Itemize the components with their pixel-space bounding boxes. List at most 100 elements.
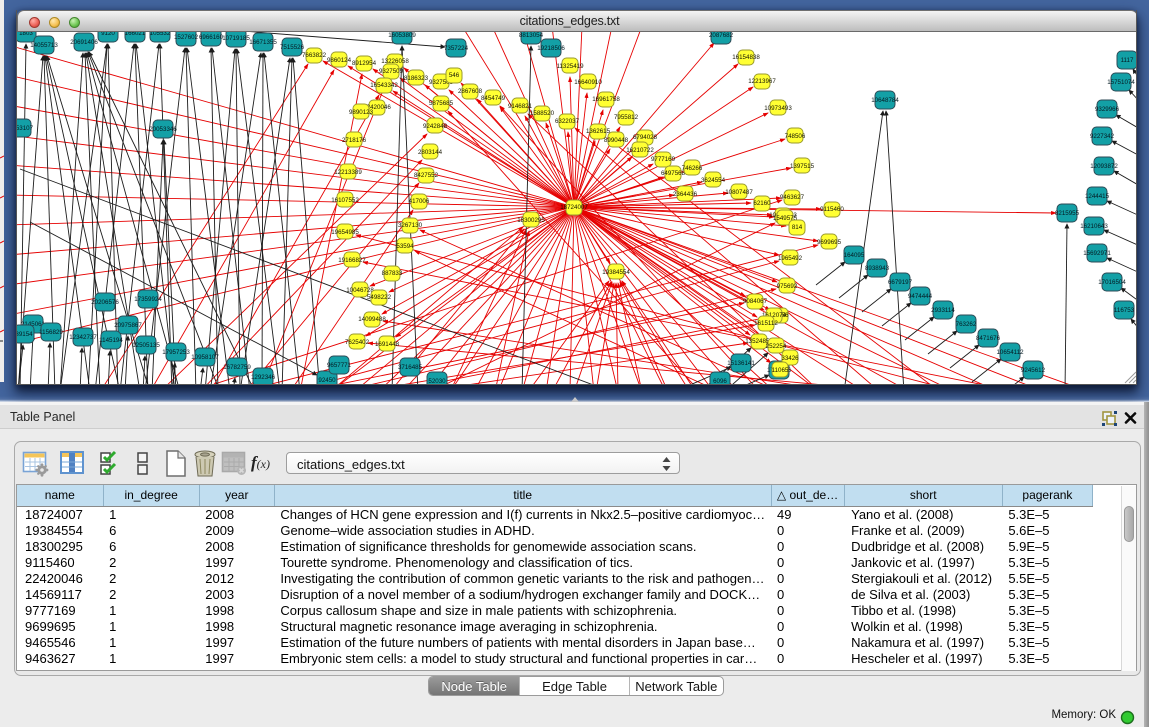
svg-text:52030: 52030 — [428, 378, 446, 384]
svg-text:8215955: 8215955 — [1055, 210, 1080, 217]
svg-text:814: 814 — [792, 224, 803, 231]
svg-text:116753: 116753 — [1114, 307, 1135, 314]
svg-text:19654985: 19654985 — [331, 229, 359, 236]
svg-text:3624554: 3624554 — [701, 177, 726, 184]
svg-text:10973493: 10973493 — [764, 105, 792, 112]
svg-text:2718176: 2718176 — [342, 137, 367, 144]
svg-text:9242848: 9242848 — [423, 123, 448, 130]
svg-text:10719185: 10719185 — [222, 35, 250, 42]
svg-text:10958107: 10958107 — [191, 354, 219, 361]
svg-text:8813054: 8813054 — [519, 32, 544, 39]
svg-text:17359924: 17359924 — [134, 296, 162, 303]
svg-text:2053107: 2053107 — [17, 125, 34, 132]
svg-text:105532: 105532 — [150, 32, 171, 37]
svg-text:1397515: 1397515 — [790, 163, 815, 170]
svg-text:2867608: 2867608 — [458, 88, 483, 95]
svg-text:16961758: 16961758 — [592, 96, 620, 103]
svg-text:6679197: 6679197 — [888, 279, 913, 286]
svg-text:15751074: 15751074 — [1107, 79, 1135, 86]
svg-text:9890123: 9890123 — [349, 109, 374, 116]
svg-text:1244415: 1244415 — [1085, 193, 1110, 200]
svg-text:9115460: 9115460 — [820, 206, 844, 213]
svg-text:19218506: 19218506 — [537, 45, 565, 52]
svg-text:9657771: 9657771 — [327, 362, 352, 369]
svg-text:8186323: 8186323 — [404, 75, 429, 82]
svg-text:92450: 92450 — [318, 377, 336, 384]
svg-text:1292346: 1292346 — [251, 374, 276, 381]
svg-text:19166827: 19166827 — [338, 257, 366, 264]
svg-text:16671355: 16671355 — [249, 39, 277, 46]
svg-text:14099488: 14099488 — [358, 316, 386, 323]
svg-text:763262: 763262 — [956, 321, 977, 328]
svg-text:166021: 166021 — [125, 32, 146, 37]
svg-text:8938943: 8938943 — [865, 265, 890, 272]
svg-text:1145194: 1145194 — [99, 337, 123, 344]
svg-text:6794028: 6794028 — [633, 134, 658, 141]
svg-text:20206576: 20206576 — [91, 299, 119, 306]
svg-text:6322037: 6322037 — [555, 118, 580, 125]
svg-text:2087682: 2087682 — [709, 32, 734, 39]
svg-text:9084067: 9084067 — [743, 298, 768, 305]
svg-text:15136141: 15136141 — [727, 360, 755, 367]
svg-text:9463627: 9463627 — [780, 194, 805, 201]
svg-text:33426: 33426 — [781, 355, 799, 362]
svg-text:62160: 62160 — [753, 200, 771, 207]
svg-text:8912954: 8912954 — [352, 60, 377, 67]
svg-text:10046728: 10046728 — [346, 287, 374, 294]
svg-text:1615112: 1615112 — [754, 320, 778, 327]
svg-text:2933114: 2933114 — [931, 307, 955, 314]
svg-text:7625402: 7625402 — [345, 339, 370, 346]
svg-text:9120: 9120 — [101, 32, 115, 37]
svg-text:164095: 164095 — [844, 252, 865, 259]
svg-text:1691448: 1691448 — [375, 341, 400, 348]
svg-text:887833: 887833 — [382, 270, 403, 277]
svg-text:9146821: 9146821 — [508, 103, 533, 110]
svg-text:6096: 6096 — [713, 378, 727, 384]
svg-text:11325419: 11325419 — [556, 63, 584, 70]
svg-text:18724007: 18724007 — [560, 204, 588, 211]
svg-text:7357224: 7357224 — [444, 45, 469, 52]
svg-text:9699695: 9699695 — [817, 239, 842, 246]
svg-text:5875685: 5875685 — [429, 100, 454, 107]
svg-text:9245612: 9245612 — [1021, 367, 1046, 374]
svg-text:8471676: 8471676 — [976, 335, 1001, 342]
svg-text:12505135: 12505135 — [132, 342, 160, 349]
svg-text:1527602: 1527602 — [174, 34, 199, 41]
svg-text:17957253: 17957253 — [162, 349, 190, 356]
svg-text:16640910: 16640910 — [574, 79, 602, 86]
svg-text:39154: 39154 — [17, 331, 33, 338]
svg-text:7515526: 7515526 — [280, 44, 305, 51]
svg-text:6966160: 6966160 — [199, 34, 224, 41]
svg-text:546: 546 — [449, 72, 460, 79]
svg-text:17016504: 17016504 — [1098, 279, 1126, 286]
svg-text:9327509: 9327509 — [379, 68, 404, 75]
svg-text:3267130: 3267130 — [398, 222, 423, 229]
svg-text:9227342: 9227342 — [1090, 133, 1115, 140]
svg-text:10807487: 10807487 — [725, 189, 753, 196]
svg-text:1117: 1117 — [1121, 57, 1134, 64]
svg-text:16107552: 16107552 — [331, 197, 359, 204]
svg-text:12093872: 12093872 — [1090, 163, 1118, 170]
svg-text:8990448: 8990448 — [604, 137, 629, 144]
svg-text:1965492: 1965492 — [778, 255, 803, 262]
svg-text:3716485: 3716485 — [398, 364, 423, 371]
svg-text:20691406: 20691406 — [70, 39, 98, 46]
svg-text:14055713: 14055713 — [30, 42, 58, 49]
svg-text:2364436: 2364436 — [673, 191, 698, 198]
svg-text:2803144: 2803144 — [418, 149, 443, 156]
svg-text:12213967: 12213967 — [748, 78, 776, 85]
svg-text:1588520: 1588520 — [530, 110, 555, 117]
svg-text:975692: 975692 — [777, 283, 798, 290]
svg-text:9474444: 9474444 — [908, 293, 933, 300]
svg-text:10654112: 10654112 — [996, 349, 1024, 356]
svg-text:10648784: 10648784 — [871, 97, 899, 104]
svg-text:7955812: 7955812 — [614, 114, 639, 121]
svg-text:16782759: 16782759 — [223, 364, 251, 371]
svg-text:19384554: 19384554 — [602, 269, 630, 276]
svg-text:16210722: 16210722 — [626, 147, 654, 154]
svg-text:11065: 11065 — [772, 367, 789, 374]
svg-text:16053809: 16053809 — [388, 32, 416, 39]
svg-text:417006: 417006 — [409, 198, 430, 205]
svg-text:16543342: 16543342 — [370, 82, 398, 89]
svg-text:9860124: 9860124 — [327, 57, 352, 64]
